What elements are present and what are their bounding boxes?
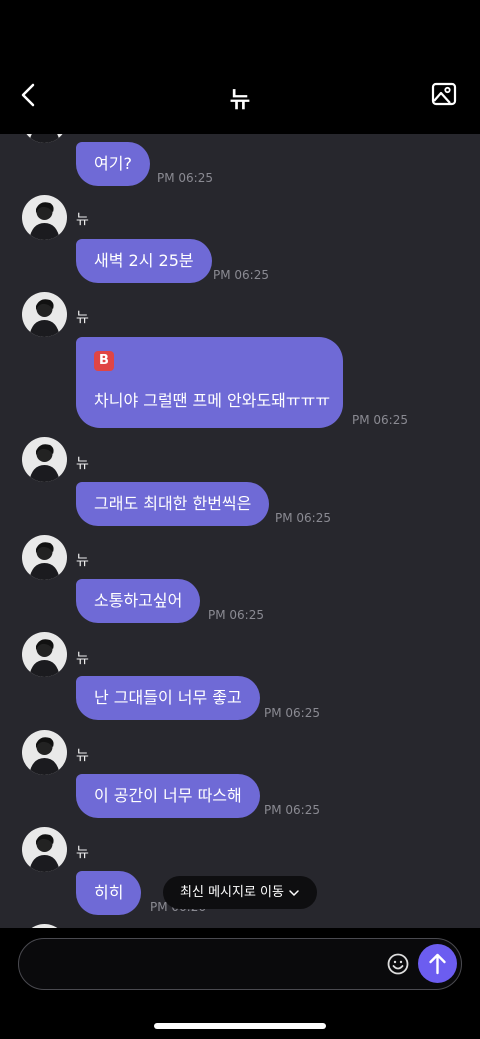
- image-icon: [431, 82, 457, 106]
- sender-name: 뉴: [76, 456, 89, 472]
- message-input[interactable]: [35, 939, 379, 991]
- message-text: 여기?: [94, 154, 132, 173]
- top-bar: 뉴: [0, 0, 480, 134]
- sender-name: 뉴: [76, 748, 89, 764]
- message-text: 이 공간이 너무 따스해: [94, 786, 242, 805]
- emoji-icon: [387, 953, 409, 975]
- home-indicator: [154, 1023, 326, 1029]
- sender-name: 뉴: [76, 212, 89, 228]
- chevron-down-icon: [289, 889, 299, 896]
- profile-photo-icon: [29, 444, 60, 482]
- jump-to-latest-label: 최신 메시지로 이동: [180, 885, 284, 900]
- message-time: PM 06:25: [264, 706, 320, 720]
- message-bubble[interactable]: 히히: [76, 871, 142, 915]
- message-time: PM 06:25: [208, 608, 264, 622]
- chat-title: 뉴: [229, 88, 251, 113]
- message-bubble[interactable]: 이 공간이 너무 따스해: [76, 774, 260, 818]
- sender-name: 뉴: [76, 553, 89, 569]
- message-bubble[interactable]: 새벽 2시 25분: [76, 239, 212, 283]
- message-composer: [0, 928, 480, 1039]
- profile-photo-icon: [29, 639, 60, 677]
- message-text: 히히: [94, 883, 124, 902]
- arrow-up-icon: [429, 953, 446, 975]
- avatar[interactable]: [22, 632, 67, 677]
- emoji-button[interactable]: [386, 952, 410, 976]
- profile-photo-icon: [29, 542, 60, 580]
- message-text: 차니야 그럴땐 프메 안와도돼ㅠㅠㅠ: [94, 391, 331, 410]
- avatar[interactable]: [22, 730, 67, 775]
- message-time: PM 06:25: [352, 413, 408, 427]
- avatar[interactable]: [22, 195, 67, 240]
- avatar[interactable]: [22, 827, 67, 872]
- message-text: 그래도 최대한 한번씩은: [94, 494, 252, 513]
- avatar[interactable]: [22, 535, 67, 580]
- profile-photo-icon: [29, 134, 60, 143]
- send-button[interactable]: [418, 944, 457, 983]
- message-time: PM 06:25: [264, 803, 320, 817]
- profile-photo-icon: [29, 202, 60, 240]
- b-badge-icon: B: [94, 351, 114, 371]
- avatar[interactable]: [22, 134, 67, 143]
- message-bubble[interactable]: B 차니야 그럴땐 프메 안와도돼ㅠㅠㅠ: [76, 337, 343, 428]
- message-text: 소통하고싶어: [94, 591, 183, 610]
- message-input-box[interactable]: [18, 938, 462, 991]
- message-bubble[interactable]: 소통하고싶어: [76, 579, 201, 623]
- avatar[interactable]: [22, 437, 67, 482]
- profile-photo-icon: [29, 299, 60, 337]
- message-text: 난 그대들이 너무 좋고: [94, 688, 242, 707]
- message-time: PM 06:25: [213, 268, 269, 282]
- message-bubble[interactable]: 여기?: [76, 142, 150, 186]
- profile-photo-icon: [29, 737, 60, 775]
- profile-photo-icon: [29, 834, 60, 872]
- sender-name: 뉴: [76, 845, 89, 861]
- sender-name: 뉴: [76, 310, 89, 326]
- sender-name: 뉴: [76, 651, 89, 667]
- gallery-button[interactable]: [430, 80, 460, 110]
- message-time: PM 06:25: [275, 511, 331, 525]
- message-list[interactable]: 여기? PM 06:25 뉴 새벽 2시 25분 PM 06:25 뉴 B 차니…: [0, 134, 480, 928]
- message-bubble[interactable]: 난 그대들이 너무 좋고: [76, 676, 260, 720]
- jump-to-latest-button[interactable]: 최신 메시지로 이동: [163, 876, 317, 909]
- message-time: PM 06:25: [157, 171, 213, 185]
- message-bubble[interactable]: 그래도 최대한 한번씩은: [76, 482, 270, 526]
- message-text: 새벽 2시 25분: [94, 251, 194, 270]
- avatar[interactable]: [22, 292, 67, 337]
